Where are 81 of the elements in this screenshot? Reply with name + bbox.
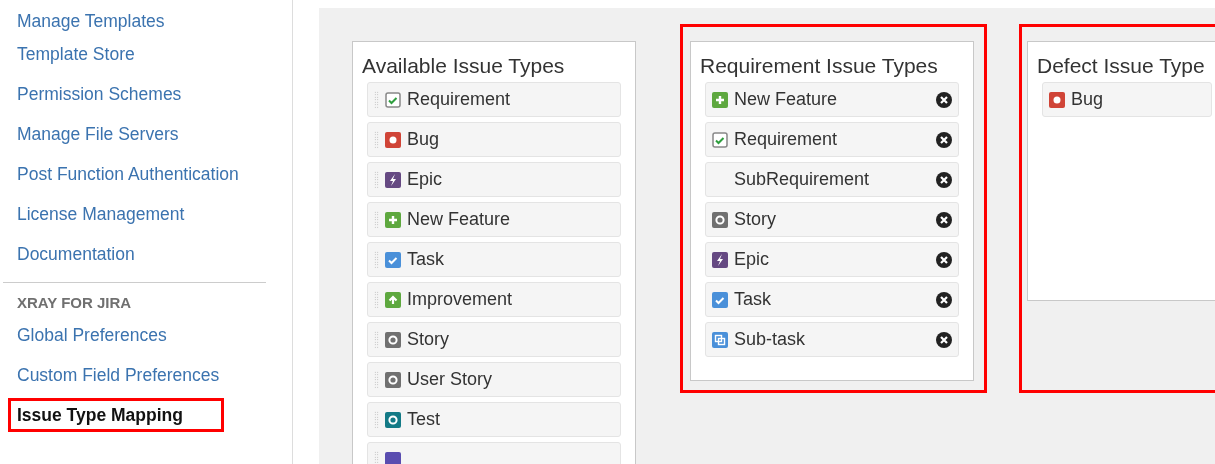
sidebar-link[interactable]: Manage File Servers: [17, 123, 179, 145]
issue-type-item[interactable]: Test: [367, 402, 621, 437]
drag-handle-icon[interactable]: [374, 210, 379, 229]
issue-type-item[interactable]: Requirement: [367, 82, 621, 117]
issue-type-label: Story: [734, 209, 777, 230]
sidebar-link[interactable]: Custom Field Preferences: [17, 364, 220, 386]
sidebar-link[interactable]: Global Preferences: [17, 324, 167, 346]
issue-type-label: Story: [407, 329, 450, 350]
sidebar-link[interactable]: Template Store: [17, 43, 135, 65]
plus-icon: [385, 211, 401, 228]
panel-title: Available Issue Types: [362, 54, 566, 78]
circle-icon: [385, 371, 401, 388]
issue-type-label: Requirement: [407, 89, 512, 110]
remove-icon[interactable]: [936, 131, 952, 148]
issue-type-label: Sub-task: [734, 329, 807, 350]
drag-handle-icon[interactable]: [374, 410, 379, 429]
circle-icon: [385, 411, 401, 428]
lightning-icon: [385, 171, 401, 188]
issue-type-item[interactable]: Task: [705, 282, 959, 317]
bug-icon: [1049, 91, 1065, 108]
checkmark-icon: [385, 251, 401, 268]
remove-icon[interactable]: [936, 91, 952, 108]
checkbox-icon: [385, 91, 401, 108]
issue-type-item[interactable]: New Feature: [367, 202, 621, 237]
remove-icon[interactable]: [936, 291, 952, 308]
drag-handle-icon[interactable]: [374, 170, 379, 189]
issue-type-label: New Feature: [734, 89, 839, 110]
panel-title: Requirement Issue Types: [700, 54, 939, 78]
issue-type-label: SubRequirement: [734, 169, 871, 190]
drag-handle-icon[interactable]: [374, 130, 379, 149]
drag-handle-icon[interactable]: [374, 330, 379, 349]
issue-type-label: Improvement: [407, 289, 514, 310]
plus-icon: [712, 91, 728, 108]
issue-type-item[interactable]: Sub-task: [705, 322, 959, 357]
sidebar-link[interactable]: Post Function Authentication: [17, 163, 239, 185]
issue-type-label: Epic: [407, 169, 443, 190]
issue-type-label: Epic: [734, 249, 770, 270]
drag-handle-icon[interactable]: [374, 90, 379, 109]
issue-type-item[interactable]: Bug: [367, 122, 621, 157]
issue-type-item[interactable]: Improvement: [367, 282, 621, 317]
issue-type-item[interactable]: New Feature: [705, 82, 959, 117]
sidebar-link[interactable]: Documentation: [17, 243, 135, 265]
issue-type-label: Bug: [1071, 89, 1105, 110]
issue-type-item[interactable]: Story: [705, 202, 959, 237]
issue-type-label: Test: [407, 409, 441, 430]
issue-type-item[interactable]: Task: [367, 242, 621, 277]
issue-type-label: Requirement: [734, 129, 839, 150]
issue-type-item[interactable]: Bug: [1042, 82, 1212, 117]
panel-title: Defect Issue Type: [1037, 54, 1206, 78]
drag-handle-icon[interactable]: [374, 450, 379, 464]
issue-type-item[interactable]: User Story: [367, 362, 621, 397]
circle-icon: [712, 211, 728, 228]
issue-type-item[interactable]: Story: [367, 322, 621, 357]
section-heading: XRAY FOR JIRA: [16, 292, 133, 313]
sidebar-link[interactable]: License Management: [17, 203, 185, 225]
remove-icon[interactable]: [936, 171, 952, 188]
circle-icon: [385, 331, 401, 348]
lightning-icon: [712, 251, 728, 268]
sidebar-link[interactable]: Manage Templates: [17, 11, 165, 32]
checkmark-icon: [712, 291, 728, 308]
bug-icon: [385, 131, 401, 148]
sidebar-link[interactable]: Permission Schemes: [17, 83, 182, 105]
up-arrow-icon: [385, 291, 401, 308]
drag-handle-icon[interactable]: [374, 290, 379, 309]
issue-type-label: New Feature: [407, 209, 512, 230]
issue-type-label: Bug: [407, 129, 441, 150]
issue-type-label: User Story: [407, 369, 494, 390]
overlapping-squares-icon: [712, 331, 728, 348]
sidebar-link[interactable]: Issue Type Mapping: [17, 404, 183, 426]
issue-type-item[interactable]: SubRequirement: [705, 162, 959, 197]
remove-icon[interactable]: [936, 331, 952, 348]
issue-type-label: Task: [407, 249, 445, 270]
issue-type-label: Task: [734, 289, 772, 310]
issue-type-item[interactable]: Requirement: [705, 122, 959, 157]
remove-icon[interactable]: [936, 251, 952, 268]
issue-type-item[interactable]: Epic: [705, 242, 959, 277]
drag-handle-icon[interactable]: [374, 250, 379, 269]
drag-handle-icon[interactable]: [374, 370, 379, 389]
checkbox-icon: [712, 131, 728, 148]
issue-type-item[interactable]: Epic: [367, 162, 621, 197]
remove-icon[interactable]: [936, 211, 952, 228]
